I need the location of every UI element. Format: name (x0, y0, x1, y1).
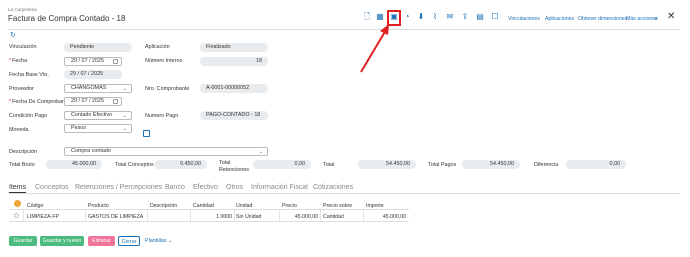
numero-pago-label: Numero Pago (145, 113, 179, 119)
link-obtener-dimensiones[interactable]: Obtener dimensiones (578, 16, 627, 22)
tab-otros[interactable]: Otros (226, 184, 243, 191)
currency-info-icon[interactable] (143, 130, 150, 137)
col-separator (279, 210, 280, 221)
close-icon[interactable]: ✕ (667, 12, 675, 22)
row-select-radio[interactable] (14, 213, 19, 218)
page-title: Factura de Compra Contado - 18 (8, 14, 126, 23)
calendar-icon[interactable] (113, 59, 118, 64)
numero-interno-label: Número Interno (145, 58, 183, 64)
fecha-comprobante-input[interactable]: 29 / 07 / 2025 (64, 97, 122, 106)
diferencia-value: 0,00 (566, 160, 626, 169)
aplicacion-label: Aplicación (145, 44, 170, 50)
close-button[interactable]: Cerrar (118, 236, 140, 246)
fecha-base-vto-label: Fecha Base Vto. (9, 72, 49, 78)
chevron-down-icon[interactable]: ∨ (654, 16, 658, 22)
moneda-select[interactable]: Pesos ⌄ (64, 124, 132, 133)
fecha-base-vto-value: 29 / 07 / 2025 (64, 70, 122, 79)
tab-efectivo[interactable]: Efectivo (193, 184, 218, 191)
total-label: Total (323, 162, 335, 168)
link-vinculaciones[interactable]: Vinculaciones (508, 16, 540, 22)
attach-icon[interactable]: ⌇ (431, 12, 439, 22)
grid-icon[interactable]: ▦ (376, 12, 384, 22)
new-document-icon[interactable]: 🗋 (363, 12, 371, 22)
col-separator (85, 210, 86, 221)
cell-unidad: Sin Unidad (236, 214, 262, 220)
company-name: La Carpinteria (8, 7, 37, 12)
tab-informacion-fiscal[interactable]: Información Fiscal (251, 184, 308, 191)
tabs-divider (9, 193, 680, 194)
tab-cotizaciones[interactable]: Cotizaciones (313, 184, 353, 191)
chevron-down-icon: ⌄ (122, 86, 127, 92)
moneda-label: Moneda (9, 127, 29, 133)
nro-comprobante-value: A-0001-00000052 (200, 84, 268, 93)
col-separator (363, 210, 364, 221)
proveedor-select[interactable]: CHANGOMAS ⌄ (64, 84, 132, 93)
add-row-icon[interactable] (14, 200, 21, 207)
proveedor-label: Proveedor (9, 86, 34, 92)
email-icon[interactable]: ✉ (446, 12, 454, 22)
col-separator (23, 210, 24, 221)
vinculacion-label: Vinculación (9, 44, 37, 50)
nro-comprobante-label: Nro. Comprobante (145, 86, 190, 92)
condicion-pago-select[interactable]: Contado Efectivo ⌄ (64, 111, 132, 120)
refresh-icon[interactable]: ↻ (10, 32, 16, 39)
descripcion-label: Descripción (9, 149, 38, 155)
total-bruto-label: Total Bruto (9, 162, 35, 168)
total-bruto-value: 45.000,00 (46, 160, 102, 169)
bookmark-icon[interactable]: ▤ (476, 12, 484, 22)
save-button[interactable]: Guardar (9, 236, 37, 246)
chevron-down-icon: ⌄ (122, 113, 127, 119)
descripcion-select[interactable]: Compra contado ⌄ (64, 147, 268, 156)
total-retenciones-label: Total Retenciones (219, 160, 249, 174)
chevron-down-icon: ⌄ (168, 238, 173, 244)
total-conceptos-label: Total Conceptos (115, 162, 154, 168)
aplicacion-value: Finalizado (200, 43, 268, 52)
chevron-down-icon: ⌄ (122, 126, 127, 132)
tab-conceptos[interactable]: Conceptos (35, 184, 68, 191)
fecha-comprobante-label: *Fecha De Comprobante (9, 99, 70, 105)
annotation-arrow (360, 24, 389, 73)
cell-precio-sobre: Cantidad (323, 214, 344, 220)
cell-producto: GASTOS DE LIMPIEZA (88, 214, 144, 220)
total-pagos-label: Total Pagos (428, 162, 457, 168)
export-icon[interactable]: ⬇ (417, 12, 425, 22)
comment-icon[interactable]: ☐ (491, 12, 499, 22)
total-conceptos-value: 9.450,00 (155, 160, 207, 169)
vinculacion-value: Pendiente (64, 43, 132, 52)
col-separator (320, 210, 321, 221)
calendar-icon[interactable] (113, 99, 118, 104)
total-value: 54.450,00 (358, 160, 416, 169)
templates-dropdown[interactable]: Plantillas ⌄ (145, 238, 173, 244)
numero-pago-value: PAGO-CONTADO - 18 (200, 111, 268, 120)
tab-items[interactable]: Items (9, 184, 26, 191)
numero-interno-value: 18 (200, 57, 268, 66)
cell-precio: 45.000,00 (294, 214, 318, 220)
link-mas-acciones[interactable]: Más acciones (626, 16, 658, 22)
col-separator (147, 210, 148, 221)
history-icon[interactable]: ◔ (403, 12, 411, 22)
diferencia-label: Diferencia (534, 162, 559, 168)
cell-codigo: LIMPIEZA-FP (27, 214, 59, 220)
delete-button[interactable]: Eliminar (88, 236, 115, 246)
header-divider (8, 29, 680, 30)
cell-cantidad: 1.0000 (216, 214, 232, 220)
print-icon[interactable]: ▣ (390, 12, 398, 22)
total-pagos-value: 54.450,00 (462, 160, 520, 169)
condicion-pago-label: Condición Pago (9, 113, 48, 119)
save-and-new-button[interactable]: Guardar y nuevo (40, 236, 84, 246)
total-retenciones-value: 0,00 (253, 160, 311, 169)
fecha-input[interactable]: 29 / 07 / 2025 (64, 57, 122, 66)
chevron-down-icon: ⌄ (258, 149, 263, 155)
fecha-label: *Fecha (9, 58, 28, 64)
tab-banco[interactable]: Banco (165, 184, 185, 191)
upload-icon[interactable]: ⇪ (461, 12, 469, 22)
link-aplicaciones[interactable]: Aplicaciones (545, 16, 574, 22)
cell-importe: 45.000,00 (382, 214, 406, 220)
col-separator (190, 210, 191, 221)
table-bottom-divider (9, 221, 409, 222)
tab-retenciones[interactable]: Retenciones / Percepciones (75, 184, 162, 191)
col-separator (234, 210, 235, 221)
